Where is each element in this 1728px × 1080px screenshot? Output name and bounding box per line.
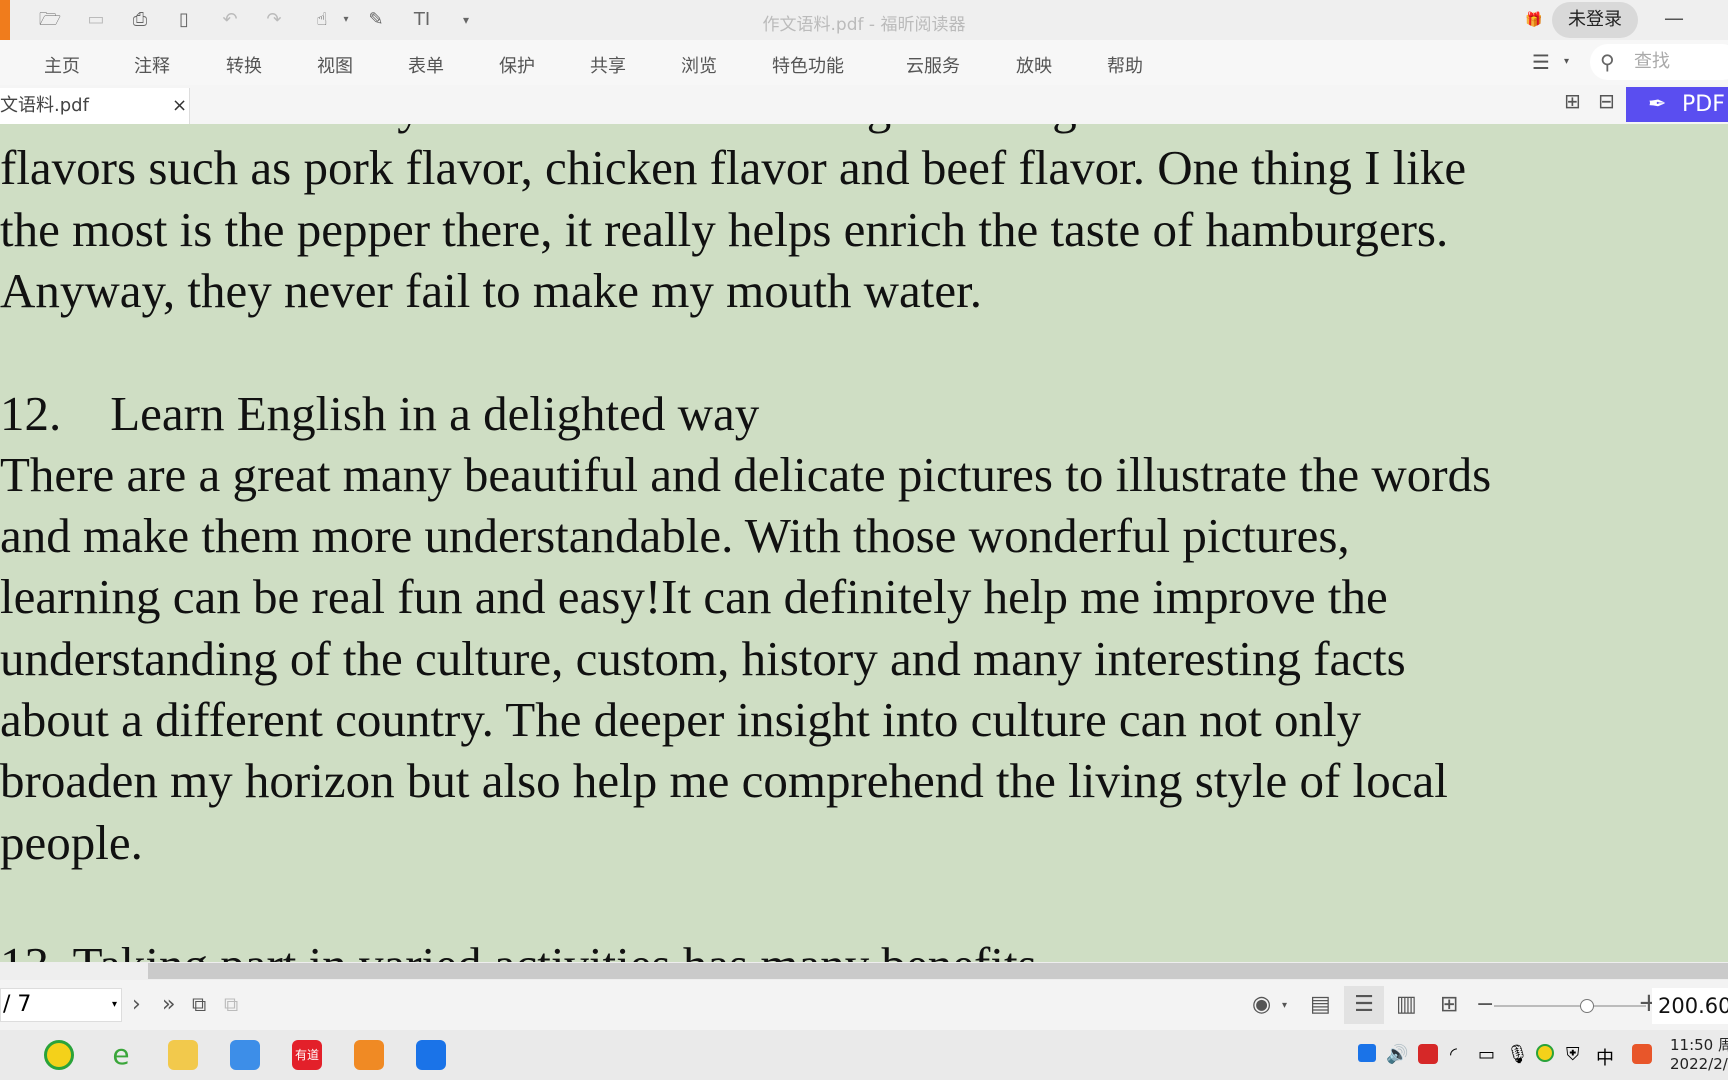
facing-page-icon[interactable]: ▥ bbox=[1396, 992, 1417, 1017]
security-shield-icon[interactable]: ⛨ bbox=[1566, 1044, 1580, 1065]
text-line: broaden my horizon but also help me comp… bbox=[0, 753, 1448, 809]
sogou-ime-icon[interactable] bbox=[1632, 1044, 1652, 1064]
text-line: and make them more understandable. With … bbox=[0, 508, 1350, 564]
tab-label: 文语料.pdf bbox=[0, 95, 89, 116]
menu-home[interactable]: 主页 bbox=[44, 52, 80, 78]
text-line: about a different country. The deeper in… bbox=[0, 692, 1362, 747]
horizontal-scrollbar[interactable] bbox=[0, 962, 1728, 980]
page-number-input[interactable]: / 7 ▾ bbox=[0, 988, 122, 1022]
text-line: learning can be real fun and easy!It can… bbox=[0, 569, 1388, 625]
login-button[interactable]: 未登录 bbox=[1552, 2, 1638, 38]
menu-share[interactable]: 共享 bbox=[590, 52, 626, 78]
text-line: the most is the pepper there, it really … bbox=[0, 201, 1449, 257]
text-line: Anyway, they never fail to make my mouth… bbox=[0, 262, 982, 318]
zoom-out-icon[interactable]: − bbox=[1476, 992, 1494, 1017]
title-bar: 🗁 ▭ ⎙ ▯ ↶ ↷ ☝ ▾ ✎ TI ▾ 作文语料.pdf - 福昕阅读器 … bbox=[0, 0, 1728, 40]
menu-convert[interactable]: 转换 bbox=[226, 52, 262, 78]
grid-view-icon[interactable]: ⊞ bbox=[1564, 89, 1581, 113]
tray-app-icon[interactable] bbox=[1418, 1044, 1438, 1064]
menu-protect[interactable]: 保护 bbox=[499, 52, 535, 78]
last-page-icon[interactable]: » bbox=[162, 992, 175, 1017]
search-options-icon[interactable]: ☰ bbox=[1532, 50, 1550, 74]
search-options-dropdown-icon[interactable]: ▾ bbox=[1564, 56, 1569, 67]
tray-meeting-icon[interactable] bbox=[1358, 1044, 1376, 1062]
ie-browser-icon[interactable]: e bbox=[106, 1040, 136, 1070]
menu-comment[interactable]: 注释 bbox=[134, 52, 170, 78]
compare-icon[interactable]: ⊟ bbox=[1598, 89, 1615, 113]
wifi-icon[interactable]: ◜ bbox=[1450, 1044, 1457, 1065]
read-mode-dropdown-icon[interactable]: ▾ bbox=[1282, 1000, 1287, 1011]
scrollbar-thumb[interactable] bbox=[148, 963, 1728, 979]
document-tab[interactable]: 文语料.pdf × bbox=[0, 88, 190, 124]
status-bar: / 7 ▾ › » ⧉ ⧉ ◉ ▾ ▤ ☰ ▥ ⊞ − + 200.60% bbox=[0, 980, 1728, 1030]
minimize-button[interactable]: — bbox=[1664, 6, 1684, 30]
pen-nib-icon: ✒ bbox=[1648, 92, 1667, 117]
feishu-icon[interactable] bbox=[230, 1040, 260, 1070]
tab-bar: 文语料.pdf × ⊞ ⊟ ✒ PDF bbox=[0, 85, 1728, 124]
zoom-slider-handle[interactable] bbox=[1580, 999, 1594, 1013]
close-tab-icon[interactable]: × bbox=[172, 88, 187, 124]
youdao-icon[interactable]: 有道 bbox=[292, 1040, 322, 1070]
menu-view[interactable]: 视图 bbox=[317, 52, 353, 78]
ime-indicator[interactable]: 中 bbox=[1596, 1044, 1614, 1070]
text-line: understanding of the culture, custom, hi… bbox=[0, 630, 1406, 686]
zoom-level-input[interactable]: 200.60% bbox=[1652, 988, 1728, 1024]
next-page-icon[interactable]: › bbox=[132, 992, 141, 1017]
volume-icon[interactable]: 🔊 bbox=[1386, 1044, 1408, 1065]
next-view-icon[interactable]: ⧉ bbox=[224, 992, 238, 1016]
360-security-icon[interactable] bbox=[44, 1040, 74, 1070]
zoom-slider[interactable] bbox=[1494, 1005, 1646, 1007]
section-heading: 12. Learn English in a delighted way bbox=[0, 385, 760, 441]
window-title: 作文语料.pdf - 福昕阅读器 bbox=[762, 15, 966, 35]
tray-360-icon[interactable] bbox=[1536, 1044, 1554, 1062]
tencent-meeting-icon[interactable] bbox=[416, 1040, 446, 1070]
eye-icon[interactable]: ◉ bbox=[1252, 992, 1271, 1017]
menu-slideshow[interactable]: 放映 bbox=[1016, 52, 1052, 78]
gift-icon[interactable]: 🎁 bbox=[1522, 8, 1546, 32]
text-line: There are a great many beautiful and del… bbox=[0, 446, 1492, 502]
ribbon-menu: 主页 注释 转换 视图 表单 保护 共享 浏览 特色功能 云服务 放映 帮助 ☰… bbox=[0, 40, 1728, 85]
document-page[interactable]: I can have some tasty food. It serves am… bbox=[0, 124, 1728, 962]
battery-icon[interactable]: ▭ bbox=[1478, 1044, 1495, 1065]
single-page-icon[interactable]: ▤ bbox=[1310, 992, 1331, 1017]
menu-form[interactable]: 表单 bbox=[408, 52, 444, 78]
continuous-facing-icon[interactable]: ⊞ bbox=[1440, 992, 1458, 1017]
file-explorer-icon[interactable] bbox=[168, 1040, 198, 1070]
menu-features[interactable]: 特色功能 bbox=[772, 52, 844, 78]
previous-view-icon[interactable]: ⧉ bbox=[192, 992, 206, 1016]
menu-help[interactable]: 帮助 bbox=[1107, 52, 1143, 78]
text-line: people. bbox=[0, 814, 143, 870]
continuous-page-icon[interactable]: ☰ bbox=[1344, 986, 1384, 1024]
text-line: I can have some tasty food. It serves am… bbox=[0, 124, 1420, 137]
search-icon: ⚲ bbox=[1600, 50, 1615, 74]
pdf-editor-button[interactable]: ✒ PDF bbox=[1626, 87, 1728, 122]
text-line: flavors such as pork flavor, chicken fla… bbox=[0, 140, 1467, 196]
page-dropdown-icon[interactable]: ▾ bbox=[112, 989, 117, 1021]
foxit-reader-icon[interactable] bbox=[354, 1040, 384, 1070]
menu-browse[interactable]: 浏览 bbox=[681, 52, 717, 78]
menu-cloud[interactable]: 云服务 bbox=[906, 52, 960, 78]
text-line: 13. Taking part in varied activities has… bbox=[0, 934, 1037, 962]
clock[interactable]: 11:50 周 2022/2/ bbox=[1670, 1036, 1728, 1074]
microphone-icon[interactable]: 🎙 bbox=[1506, 1044, 1529, 1065]
taskbar: e 有道 🔊 ◜ ▭ 🎙 ⛨ 中 11:50 周 2022/2/ bbox=[0, 1030, 1728, 1080]
